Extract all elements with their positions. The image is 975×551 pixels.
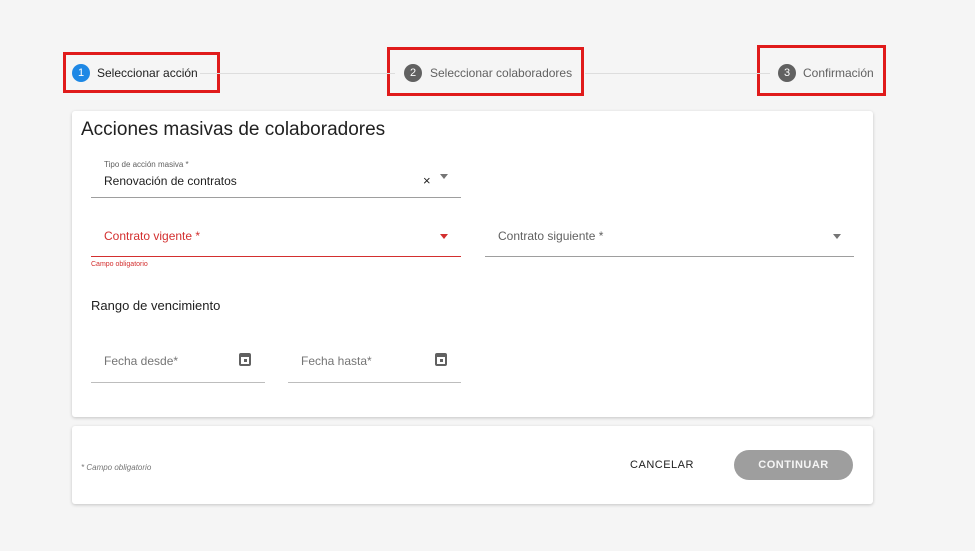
step-3-number[interactable]: 3 xyxy=(778,64,796,82)
tipo-accion-value: Renovación de contratos xyxy=(104,174,237,188)
continue-button[interactable]: CONTINUAR xyxy=(734,450,853,480)
tipo-accion-select[interactable]: Tipo de acción masiva * Renovación de co… xyxy=(91,158,461,198)
step-3-label[interactable]: Confirmación xyxy=(803,66,874,80)
fecha-hasta-input[interactable]: Fecha hasta* xyxy=(288,348,461,384)
page-title: Acciones masivas de colaboradores xyxy=(81,119,386,140)
contrato-siguiente-select[interactable]: Contrato siguiente * xyxy=(485,222,854,262)
underline xyxy=(288,382,461,383)
step-2-label[interactable]: Seleccionar colaboradores xyxy=(430,66,572,80)
rango-title: Rango de vencimiento xyxy=(91,298,221,313)
dropdown-arrow-icon[interactable] xyxy=(440,234,448,239)
contrato-siguiente-label: Contrato siguiente * xyxy=(498,229,604,243)
fecha-desde-input[interactable]: Fecha desde* xyxy=(91,348,265,384)
clear-icon[interactable]: × xyxy=(423,173,431,188)
underline xyxy=(91,197,461,198)
required-note: * Campo obligatorio xyxy=(81,463,152,472)
contrato-vigente-select[interactable]: Contrato vigente * xyxy=(91,222,461,262)
calendar-icon[interactable] xyxy=(239,353,251,366)
fecha-desde-placeholder: Fecha desde* xyxy=(104,354,179,368)
underline xyxy=(485,256,854,257)
calendar-icon[interactable] xyxy=(435,353,447,366)
step-1-number[interactable]: 1 xyxy=(72,64,90,82)
underline xyxy=(91,256,461,257)
cancel-button[interactable]: CANCELAR xyxy=(622,451,702,479)
dropdown-arrow-icon[interactable] xyxy=(440,174,448,179)
step-2-number[interactable]: 2 xyxy=(404,64,422,82)
tipo-accion-label: Tipo de acción masiva * xyxy=(104,160,189,169)
fecha-hasta-placeholder: Fecha hasta* xyxy=(301,354,372,368)
step-connector xyxy=(200,73,395,74)
dropdown-arrow-icon[interactable] xyxy=(833,234,841,239)
error-message: Campo obligatorio xyxy=(91,261,148,268)
step-1-label[interactable]: Seleccionar acción xyxy=(97,66,198,80)
underline xyxy=(91,382,265,383)
contrato-vigente-label: Contrato vigente * xyxy=(104,229,201,243)
step-connector xyxy=(585,73,770,74)
